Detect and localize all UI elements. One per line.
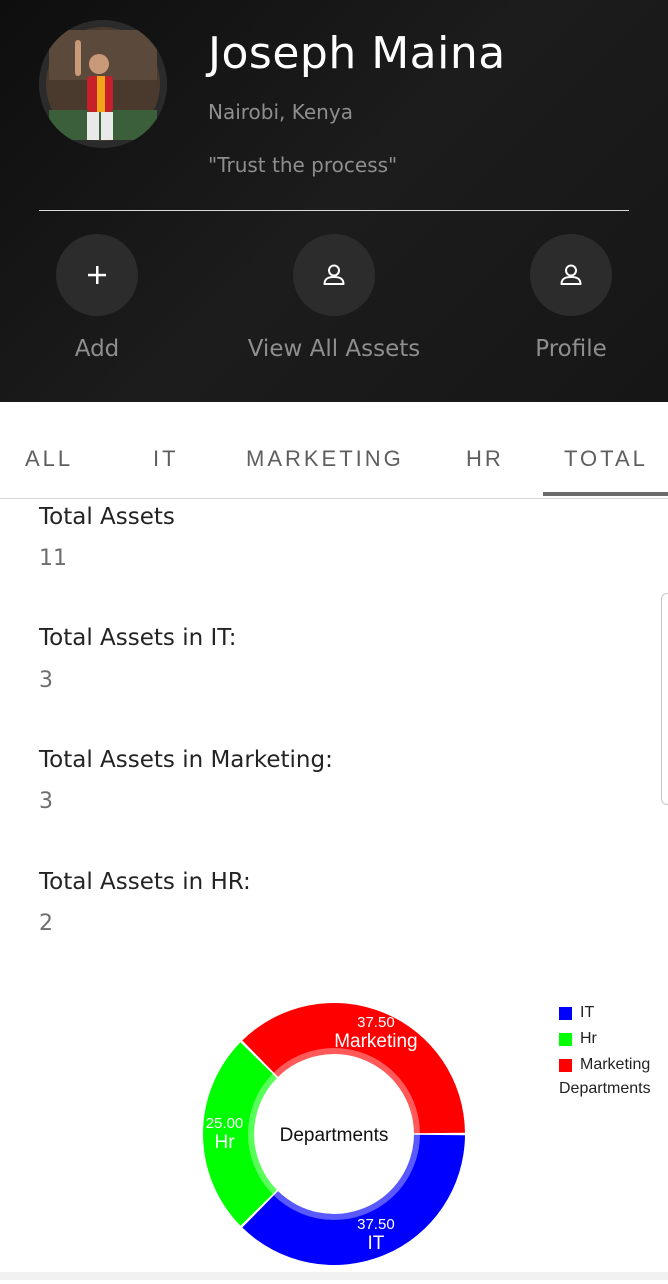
- total-assets-hr-label: Total Assets in HR:: [39, 869, 251, 895]
- tab-selected-indicator: [543, 492, 668, 496]
- tab-hr[interactable]: HR: [466, 402, 504, 498]
- profile-name: Joseph Maina: [208, 28, 506, 79]
- bottom-edge: [0, 1272, 668, 1280]
- plus-icon: [88, 266, 106, 284]
- legend-swatch-it: [559, 1006, 572, 1020]
- slice-name-it: IT: [367, 1233, 384, 1254]
- total-assets-it-value: 3: [39, 668, 53, 693]
- total-assets-marketing-value: 3: [39, 789, 53, 814]
- total-assets-marketing-label: Total Assets in Marketing:: [39, 747, 333, 773]
- tab-marketing[interactable]: MARKETING: [246, 402, 404, 498]
- profile-button[interactable]: Profile: [471, 234, 668, 362]
- view-all-assets-circle[interactable]: [293, 234, 375, 316]
- legend-label-hr: Hr: [580, 1030, 597, 1047]
- tab-all[interactable]: ALL: [25, 402, 73, 498]
- view-all-assets-label: View All Assets: [247, 336, 421, 362]
- total-assets-label: Total Assets: [39, 504, 175, 530]
- department-tabs: ALL IT MARKETING HR TOTAL: [0, 402, 668, 499]
- slice-value-it: 37.50: [357, 1216, 395, 1233]
- tab-it[interactable]: IT: [153, 402, 179, 498]
- legend-label-marketing: Marketing: [580, 1056, 651, 1073]
- chart-legend: IT Hr Marketing Departments: [559, 1000, 651, 1098]
- slice-name-hr: Hr: [214, 1132, 235, 1153]
- total-assets-hr-value: 2: [39, 911, 53, 936]
- legend-label-it: IT: [580, 1004, 595, 1021]
- scrollbar[interactable]: [661, 593, 668, 805]
- legend-swatch-hr: [559, 1032, 572, 1046]
- view-all-assets-button[interactable]: View All Assets: [234, 234, 434, 362]
- person-icon: [560, 264, 582, 285]
- add-button-circle[interactable]: [56, 234, 138, 316]
- total-assets-it-label: Total Assets in IT:: [39, 625, 237, 651]
- slice-value-hr: 25.00: [206, 1115, 244, 1132]
- slice-name-marketing: Marketing: [334, 1031, 417, 1052]
- slice-value-marketing: 37.50: [357, 1014, 395, 1031]
- tab-total[interactable]: TOTAL: [564, 402, 648, 498]
- profile-button-label: Profile: [535, 336, 607, 362]
- add-button-label: Add: [74, 336, 120, 362]
- total-assets-value: 11: [39, 546, 67, 571]
- profile-quote: "Trust the process": [208, 153, 398, 177]
- legend-swatch-marketing: [559, 1058, 572, 1072]
- profile-header: Joseph Maina Nairobi, Kenya "Trust the p…: [0, 0, 668, 402]
- profile-location: Nairobi, Kenya: [208, 100, 353, 124]
- profile-button-circle[interactable]: [530, 234, 612, 316]
- legend-item-hr: Hr: [559, 1026, 651, 1052]
- person-icon: [323, 264, 345, 285]
- legend-item-it: IT: [559, 1000, 651, 1026]
- legend-title: Departments: [559, 1080, 651, 1097]
- add-button[interactable]: Add: [0, 234, 197, 362]
- header-divider: [39, 210, 629, 211]
- avatar: [39, 20, 167, 148]
- chart-center-title: Departments: [280, 1125, 389, 1146]
- legend-item-marketing: Marketing: [559, 1052, 651, 1078]
